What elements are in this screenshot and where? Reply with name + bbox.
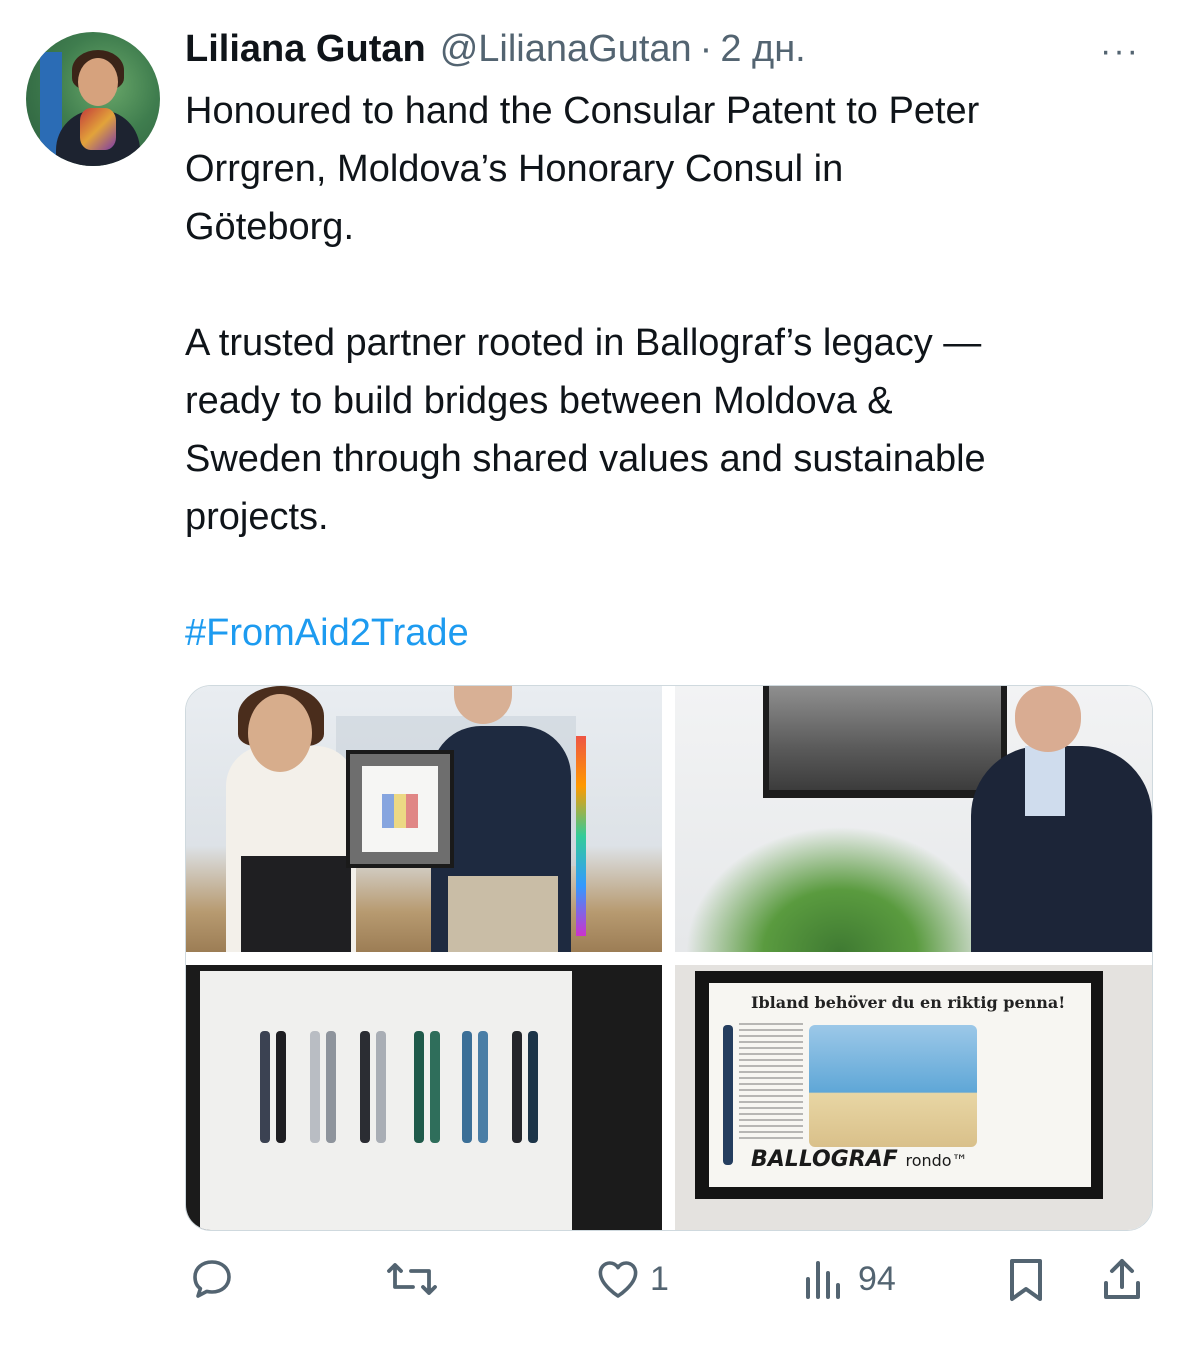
photo-pen	[414, 1031, 424, 1143]
tweet-text-line: projects.	[185, 496, 329, 538]
photo-pen	[512, 1031, 522, 1143]
poster-brand: BALLOGRAF	[751, 1147, 898, 1172]
photo-ribbon-pole	[576, 736, 586, 936]
poster-beach-illustration	[809, 1025, 977, 1147]
photo-pen	[276, 1031, 286, 1143]
photo-man-shirt	[1025, 746, 1065, 816]
media-grid: Ibland behöver du en riktig penna! BALLO…	[185, 685, 1153, 1231]
photo-wall-frame	[763, 686, 1007, 798]
photo-historic-picture	[769, 686, 1001, 790]
like-icon	[594, 1255, 642, 1303]
author-handle[interactable]: @LilianaGutan	[440, 28, 692, 71]
views-icon	[802, 1255, 846, 1303]
retweet-icon	[385, 1255, 439, 1303]
author-name[interactable]: Liliana Gutan	[185, 28, 426, 71]
photo-poster: Ibland behöver du en riktig penna! BALLO…	[709, 983, 1091, 1187]
avatar-scarf	[80, 108, 116, 150]
photo-certificate-handover[interactable]	[186, 686, 662, 952]
retweet-button[interactable]	[385, 1255, 439, 1303]
photo-pen-display[interactable]	[186, 965, 662, 1230]
photo-certificate-emblem	[382, 794, 418, 828]
photo-palm-plant	[685, 826, 995, 952]
photo-pen	[430, 1031, 440, 1143]
photo-pen	[326, 1031, 336, 1143]
reply-button[interactable]	[188, 1255, 236, 1303]
photo-pen	[310, 1031, 320, 1143]
bookmark-icon	[1004, 1255, 1048, 1305]
tweet-text-line: Orrgren, Moldova’s Honorary Consul in	[185, 148, 844, 190]
poster-body-text	[739, 1023, 803, 1143]
share-icon	[1098, 1255, 1146, 1305]
tweet-actions: 1 94	[0, 1245, 1179, 1315]
photo-certificate-frame	[346, 750, 454, 868]
photo-pen	[462, 1031, 472, 1143]
bookmark-button[interactable]	[1004, 1255, 1048, 1305]
photo-woman-face	[248, 694, 312, 772]
tweet-text-line: ready to build bridges between Moldova &	[185, 380, 893, 422]
poster-pen	[723, 1025, 733, 1165]
photo-pen	[478, 1031, 488, 1143]
avatar[interactable]	[26, 32, 160, 166]
photo-ballograf-ad[interactable]: Ibland behöver du en riktig penna! BALLO…	[675, 965, 1152, 1230]
tweet-text-line: A trusted partner rooted in Ballograf’s …	[185, 322, 982, 364]
poster-product: rondo™	[905, 1151, 968, 1170]
photo-pen	[528, 1031, 538, 1143]
poster-logo: BALLOGRAF rondo™	[751, 1147, 968, 1172]
photo-man-trousers	[448, 876, 558, 952]
tweet-timestamp[interactable]: 2 дн.	[720, 28, 805, 71]
views-button[interactable]: 94	[802, 1255, 896, 1303]
avatar-face	[78, 58, 118, 106]
photo-pen	[260, 1031, 270, 1143]
share-button[interactable]	[1098, 1255, 1146, 1305]
like-count: 1	[650, 1259, 669, 1298]
photo-pen	[360, 1031, 370, 1143]
hashtag-link[interactable]: #FromAid2Trade	[185, 604, 469, 662]
views-count: 94	[858, 1259, 896, 1298]
photo-woman-skirt	[241, 856, 351, 952]
photo-man-face	[1015, 686, 1081, 752]
more-icon[interactable]: ···	[1100, 32, 1140, 71]
separator-dot: ·	[699, 28, 713, 70]
tweet-text-line: Honoured to hand the Consular Patent to …	[185, 90, 980, 132]
photo-pen	[376, 1031, 386, 1143]
tweet-text-line: Göteborg.	[185, 206, 354, 248]
tweet-text-line: Sweden through shared values and sustain…	[185, 438, 986, 480]
like-button[interactable]: 1	[594, 1255, 669, 1303]
photo-certificate-paper	[362, 766, 438, 852]
poster-headline: Ibland behöver du en riktig penna!	[751, 993, 1066, 1012]
reply-icon	[188, 1255, 236, 1303]
tweet-header: Liliana Gutan @LilianaGutan · 2 дн.	[185, 28, 806, 78]
photo-consul-portrait[interactable]	[675, 686, 1152, 952]
photo-display-board	[200, 971, 572, 1230]
